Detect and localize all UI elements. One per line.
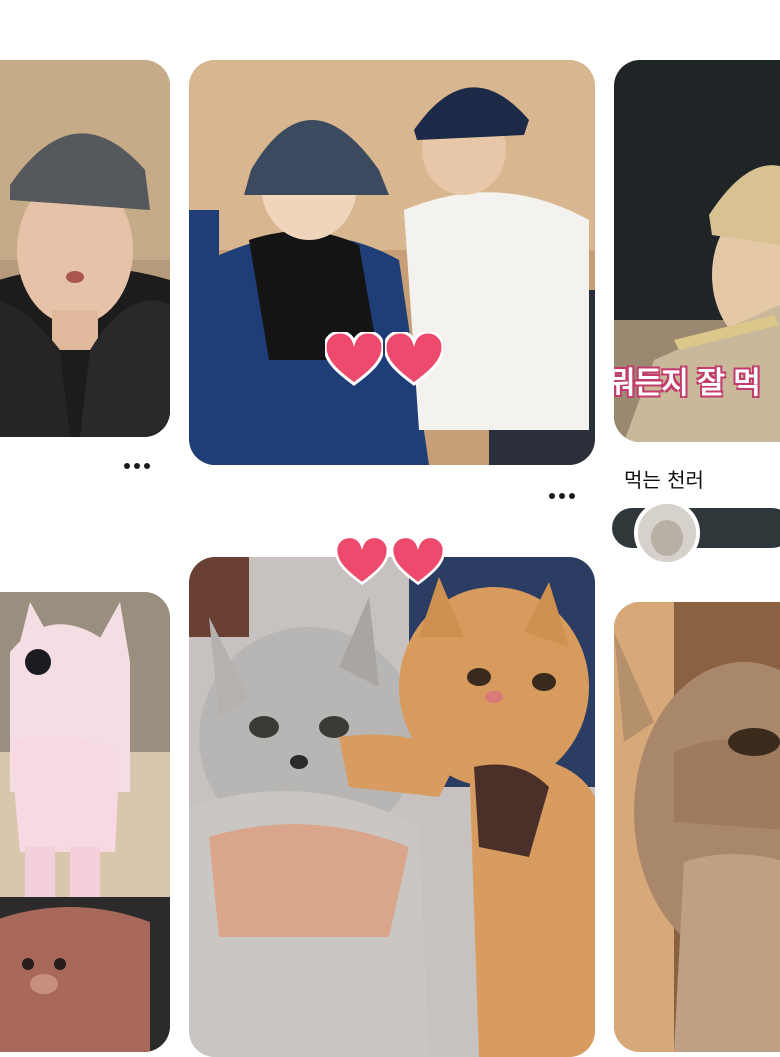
avatar[interactable] <box>634 500 700 566</box>
more-options-icon <box>549 493 555 499</box>
pin-card-4[interactable] <box>0 592 170 1052</box>
pin-card-1[interactable] <box>0 60 170 437</box>
more-options-icon <box>124 463 130 469</box>
heart-icon <box>336 536 388 586</box>
pin-card-3[interactable]: 뭐든지 잘 먹 <box>614 60 780 442</box>
pin-title-3[interactable]: 먹는 천러 <box>624 464 704 493</box>
more-options-button-1[interactable] <box>120 459 154 473</box>
pin-image-two-cats <box>189 557 595 1057</box>
pin-image-pink-mascot <box>0 592 170 1052</box>
heart-icon <box>385 332 443 386</box>
more-options-button-2[interactable] <box>545 489 579 503</box>
pin-image-two-people <box>189 60 595 465</box>
heart-icon <box>392 536 444 586</box>
pin-caption-overlay: 뭐든지 잘 먹 <box>614 366 761 401</box>
pin-image-tabby-cat <box>614 602 780 1052</box>
pin-image-person-black-cap <box>0 60 170 437</box>
pin-card-5[interactable] <box>189 557 595 1057</box>
pin-card-2[interactable] <box>189 60 595 465</box>
creator-row[interactable] <box>612 500 780 566</box>
pin-card-6[interactable] <box>614 602 780 1052</box>
heart-icon <box>325 332 383 386</box>
